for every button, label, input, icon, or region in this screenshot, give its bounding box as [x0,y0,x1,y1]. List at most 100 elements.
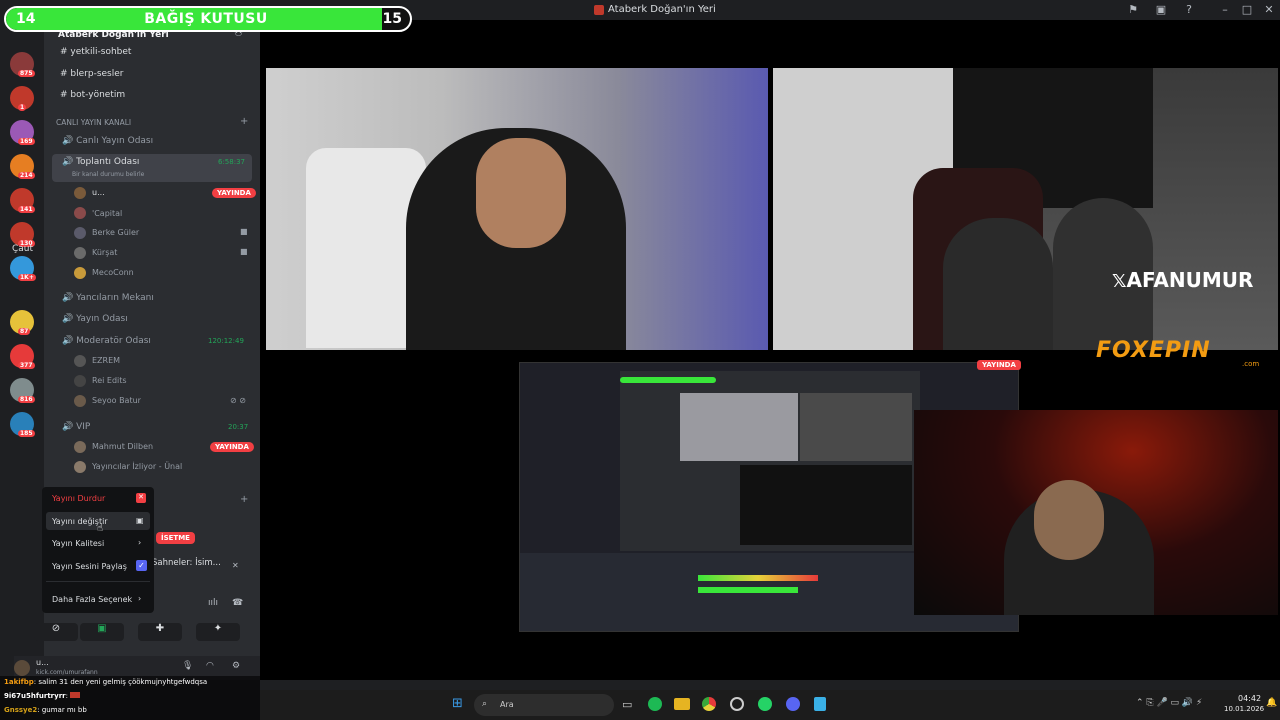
voice-user[interactable]: Berke Güler [92,228,139,237]
category-live[interactable]: CANLI YAYIN KANALI [56,118,131,127]
unread-badge: 141 [18,206,35,213]
nested-donation [620,377,716,383]
avatar [74,441,86,453]
voice-user[interactable]: u... [92,188,105,197]
voice-user[interactable]: EZREM [92,356,120,365]
discord-icon[interactable] [786,697,800,711]
stop-stream-button[interactable]: İSETME [156,532,195,544]
spotify-icon[interactable] [648,697,662,711]
voice-user[interactable]: 'Capital [92,209,122,218]
mic-icon[interactable]: 🎙 [182,661,193,671]
add-channel-icon[interactable]: + [240,116,248,127]
voice-user[interactable]: Mahmut Dilben [92,442,153,451]
avatar [74,247,86,259]
soundboard-icon[interactable]: ıılı [208,598,218,608]
channel-bot[interactable]: # bot-yönetim [60,90,125,100]
notification-icon[interactable]: 🔔 [1266,698,1277,708]
social-handle: 𝕏AFANUMUR [1112,268,1254,292]
avatar [74,375,86,387]
maximize-icon[interactable]: □ [1240,3,1254,17]
video-tile-1[interactable] [266,68,768,350]
channel-timer: 120:12:49 [208,337,244,345]
chevron-right-icon: › [138,594,142,603]
search-label: Ara [500,700,514,709]
live-badge: YAYINDA [212,188,256,198]
close-icon[interactable]: ✕ [1262,3,1276,17]
voice-user[interactable]: Kürşat [92,248,117,257]
donation-bar: 14 BAĞIŞ KUTUSU 15 [4,6,412,32]
nested-obs [740,465,912,545]
headphones-icon[interactable]: ◠ [206,661,214,671]
camera-icon: ■ [240,247,248,256]
sponsor-logo: FOXEPIN [1096,338,1211,363]
voice-channel-canli[interactable]: 🔊 Canlı Yayın Odası [62,136,153,146]
obs-icon[interactable] [730,697,744,711]
channel-status[interactable]: Bir kanal durumu belirle [72,171,144,178]
checkbox-checked[interactable]: ✓ [136,560,147,571]
more-options-item[interactable]: Daha Fazla Seçenek [52,595,132,604]
voice-channel-yanci[interactable]: 🔊 Yancıların Mekanı [62,293,154,303]
avatar [74,187,86,199]
voice-channel-mod[interactable]: 🔊 Moderatör Odası [62,336,151,346]
tray-icons[interactable]: ⌃ ⎘ 🎤 ▭ 🔊 ⚡ [1136,698,1202,708]
avatar [74,355,86,367]
chrome-icon[interactable] [702,697,716,711]
unread-badge: 87 [18,328,31,335]
stream-quality-item[interactable]: Yayın Kalitesi [52,539,104,548]
minimize-icon[interactable]: – [1218,3,1232,17]
search-icon: ⌕ [482,699,488,709]
window-title: Ataberk Doğan'ın Yeri [608,4,716,15]
video-tile-2[interactable] [773,68,1278,350]
unread-badge: 1 [18,104,27,111]
muted-icon: ⊘ ⊘ [230,396,246,405]
screen-share-button[interactable]: ▣ [80,623,124,641]
search-box[interactable] [474,694,614,716]
voice-channel-toplanti-label: 🔊 Toplantı Odası [62,157,140,167]
server-folder-label[interactable]: Çaüt [12,244,33,254]
donation-goal: 15 [382,11,402,27]
avatar [74,207,86,219]
inbox-icon[interactable]: ⚑ [1126,3,1140,17]
settings-icon[interactable]: ⚙ [232,661,240,671]
voice-user[interactable]: MecoConn [92,268,134,277]
audio-meter [698,587,798,593]
webcam-tile[interactable] [914,410,1278,615]
channel-blerp[interactable]: # blerp-sesler [60,69,123,79]
audio-meter [698,575,818,581]
channel-yetkili[interactable]: # yetkili-sohbet [60,47,131,57]
voice-channel-vip[interactable]: 🔊 VIP [62,422,90,432]
person-shape [943,218,1053,350]
screen-icon[interactable]: ▣ [1154,3,1168,17]
channel-timer: 20:37 [228,423,249,431]
help-icon[interactable]: ? [1182,3,1196,17]
voice-channel-yayin[interactable]: 🔊 Yayın Odası [62,314,128,324]
voice-user[interactable]: Rei Edits [92,376,127,385]
disconnect-icon[interactable]: ☎ [232,598,243,608]
avatar [74,227,86,239]
chat-overlay: 1akifbp: salim 31 den yeni gelmiş çöökmu… [0,676,260,720]
activities-button[interactable]: ✚ [138,623,182,641]
soundboard-button[interactable]: ✦ [196,623,240,641]
stop-stream-item[interactable]: Yayını Durdur [52,494,105,503]
task-view-icon[interactable]: ▭ [622,698,632,711]
avatar [74,461,86,473]
voice-user[interactable]: Yayıncılar İzliyor - Ünal [92,462,182,471]
clock-date: 10.01.2026 [1224,705,1265,713]
app-logo-icon [594,5,604,15]
screen-icon: ▣ [136,516,144,525]
windows-start-icon[interactable]: ⊞ [452,697,466,711]
nested-video [680,393,798,461]
camera-off-button[interactable]: ⊘ [34,623,78,641]
voice-user[interactable]: Seyoo Batur [92,396,141,405]
unread-badge: 214 [18,172,35,179]
avatar [74,395,86,407]
whatsapp-icon[interactable] [758,697,772,711]
folder-icon[interactable] [674,698,690,710]
add-icon[interactable]: + [240,494,248,505]
close-icon[interactable]: ✕ [232,561,239,570]
channel-timer: 6:58:37 [218,158,245,166]
notepad-icon[interactable] [814,697,826,711]
avatar[interactable] [14,660,30,676]
taskbar: ⊞ ⌕ Ara ▭ ⌃ ⎘ 🎤 ▭ 🔊 ⚡ 04:42 10.01.2026 🔔 [260,690,1280,720]
share-audio-item[interactable]: Yayın Sesini Paylaş [52,562,127,571]
